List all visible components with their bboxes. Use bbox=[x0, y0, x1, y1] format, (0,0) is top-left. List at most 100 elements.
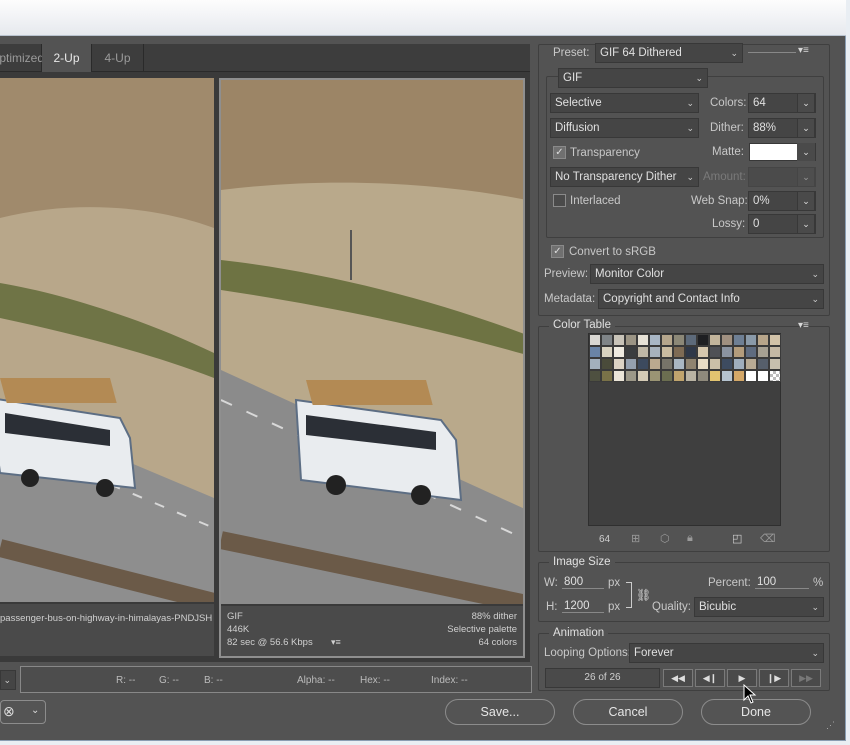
color-swatch[interactable] bbox=[685, 370, 697, 382]
color-swatch[interactable] bbox=[685, 346, 697, 358]
transparency-dither-dropdown[interactable]: No Transparency Dither ⌄ bbox=[550, 167, 699, 187]
interlaced-checkbox[interactable] bbox=[553, 194, 566, 207]
color-swatch[interactable] bbox=[637, 370, 649, 382]
first-frame-button[interactable]: ◀◀ bbox=[663, 669, 693, 687]
cube-icon[interactable]: ⬡ bbox=[660, 532, 670, 545]
trash-icon[interactable]: ⌫ bbox=[760, 532, 776, 545]
zoom-dropdown[interactable]: ⌄ bbox=[0, 670, 16, 690]
color-swatch[interactable] bbox=[733, 346, 745, 358]
color-swatch[interactable] bbox=[769, 358, 781, 370]
color-reduction-dropdown[interactable]: Selective ⌄ bbox=[550, 93, 699, 113]
color-swatch[interactable] bbox=[745, 334, 757, 346]
cancel-button[interactable]: Cancel bbox=[573, 699, 683, 725]
height-field[interactable]: 1200 bbox=[562, 600, 604, 613]
web-snap-field[interactable]: 0% ⌄ bbox=[748, 191, 816, 211]
color-swatch[interactable] bbox=[661, 358, 673, 370]
color-swatch[interactable] bbox=[625, 358, 637, 370]
color-swatch[interactable] bbox=[757, 358, 769, 370]
color-swatch[interactable] bbox=[661, 346, 673, 358]
color-swatch[interactable] bbox=[769, 334, 781, 346]
original-pane[interactable]: passenger-bus-on-highway-in-himalayas-PN… bbox=[0, 78, 214, 658]
convert-srgb-checkbox[interactable]: ✓ bbox=[551, 245, 564, 258]
color-swatch[interactable] bbox=[697, 358, 709, 370]
color-swatch[interactable] bbox=[589, 334, 601, 346]
quality-dropdown[interactable]: Bicubic ⌄ bbox=[694, 597, 824, 617]
matte-swatch[interactable] bbox=[749, 143, 799, 161]
color-swatch[interactable] bbox=[649, 346, 661, 358]
preview-browser-button[interactable]: ⊗ ⌄ bbox=[0, 700, 46, 724]
color-swatch[interactable] bbox=[769, 370, 781, 382]
color-swatch[interactable] bbox=[745, 358, 757, 370]
link-icon[interactable]: ⛓︎ bbox=[636, 588, 651, 602]
width-field[interactable]: 800 bbox=[562, 576, 604, 589]
previous-frame-button[interactable]: ◀❙ bbox=[695, 669, 725, 687]
color-swatch[interactable] bbox=[709, 370, 721, 382]
color-swatch[interactable] bbox=[709, 346, 721, 358]
color-swatch[interactable] bbox=[673, 370, 685, 382]
color-swatch[interactable] bbox=[661, 370, 673, 382]
color-swatch[interactable] bbox=[697, 346, 709, 358]
format-dropdown[interactable]: GIF ⌄ bbox=[558, 68, 708, 88]
map-to-web-icon[interactable]: ⊞ bbox=[631, 532, 640, 545]
last-frame-button[interactable]: ▶▶ bbox=[791, 669, 821, 687]
dither-algorithm-dropdown[interactable]: Diffusion ⌄ bbox=[550, 118, 699, 138]
color-swatch[interactable] bbox=[625, 334, 637, 346]
lock-icon[interactable]: 🔒︎ bbox=[687, 532, 693, 545]
color-swatch[interactable] bbox=[745, 346, 757, 358]
preset-dropdown[interactable]: GIF 64 Dithered ⌄ bbox=[595, 43, 743, 63]
resize-grip-icon[interactable]: ⋰ bbox=[826, 720, 835, 731]
next-frame-button[interactable]: ❙▶ bbox=[759, 669, 789, 687]
color-swatch[interactable] bbox=[649, 358, 661, 370]
color-swatch[interactable] bbox=[757, 334, 769, 346]
color-swatch[interactable] bbox=[589, 358, 601, 370]
tab-4-up[interactable]: 4-Up bbox=[92, 44, 144, 72]
color-swatch[interactable] bbox=[685, 358, 697, 370]
color-table-menu-icon[interactable]: ▾≡ bbox=[798, 320, 809, 331]
color-swatch[interactable] bbox=[721, 334, 733, 346]
looping-dropdown[interactable]: Forever ⌄ bbox=[629, 643, 824, 663]
color-swatch[interactable] bbox=[685, 334, 697, 346]
color-swatch[interactable] bbox=[601, 334, 613, 346]
color-swatch[interactable] bbox=[601, 370, 613, 382]
color-swatch[interactable] bbox=[697, 370, 709, 382]
color-swatch[interactable] bbox=[637, 358, 649, 370]
new-color-icon[interactable]: ◰ bbox=[732, 532, 742, 545]
color-swatch[interactable] bbox=[589, 370, 601, 382]
tab-optimized[interactable]: Optimized bbox=[0, 44, 44, 72]
color-swatch[interactable] bbox=[709, 358, 721, 370]
transparency-checkbox[interactable]: ✓ bbox=[553, 146, 566, 159]
color-swatch[interactable] bbox=[721, 370, 733, 382]
colors-field[interactable]: 64 ⌄ bbox=[748, 93, 816, 113]
color-swatch[interactable] bbox=[673, 334, 685, 346]
color-swatch[interactable] bbox=[601, 358, 613, 370]
title-bar[interactable] bbox=[0, 0, 846, 36]
color-swatch[interactable] bbox=[661, 334, 673, 346]
percent-field[interactable]: 100 bbox=[755, 576, 809, 589]
color-swatch[interactable] bbox=[625, 346, 637, 358]
color-swatch[interactable] bbox=[613, 334, 625, 346]
color-swatch[interactable] bbox=[697, 334, 709, 346]
color-swatch[interactable] bbox=[649, 370, 661, 382]
color-swatch[interactable] bbox=[601, 346, 613, 358]
metadata-dropdown[interactable]: Copyright and Contact Info ⌄ bbox=[598, 289, 824, 309]
lossy-field[interactable]: 0 ⌄ bbox=[748, 214, 816, 234]
dither-field[interactable]: 88% ⌄ bbox=[748, 118, 816, 138]
time-menu-icon[interactable]: ▾≡ bbox=[331, 636, 341, 649]
tab-2-up[interactable]: 2-Up bbox=[42, 44, 92, 72]
color-swatch[interactable] bbox=[721, 358, 733, 370]
matte-dropdown[interactable]: ⌄ bbox=[797, 143, 816, 161]
color-swatch[interactable] bbox=[673, 346, 685, 358]
color-swatch[interactable] bbox=[637, 346, 649, 358]
color-swatch[interactable] bbox=[721, 346, 733, 358]
color-swatch[interactable] bbox=[769, 346, 781, 358]
color-swatch[interactable] bbox=[733, 358, 745, 370]
color-swatch[interactable] bbox=[637, 334, 649, 346]
color-swatch[interactable] bbox=[613, 346, 625, 358]
save-button[interactable]: Save... bbox=[445, 699, 555, 725]
color-swatch[interactable] bbox=[613, 358, 625, 370]
color-swatch[interactable] bbox=[673, 358, 685, 370]
optimized-pane[interactable]: GIF 446K 82 sec @ 56.6 Kbps ▾≡ 88% dithe… bbox=[219, 78, 525, 658]
color-swatch[interactable] bbox=[649, 334, 661, 346]
color-swatch[interactable] bbox=[589, 346, 601, 358]
color-swatch[interactable] bbox=[757, 346, 769, 358]
